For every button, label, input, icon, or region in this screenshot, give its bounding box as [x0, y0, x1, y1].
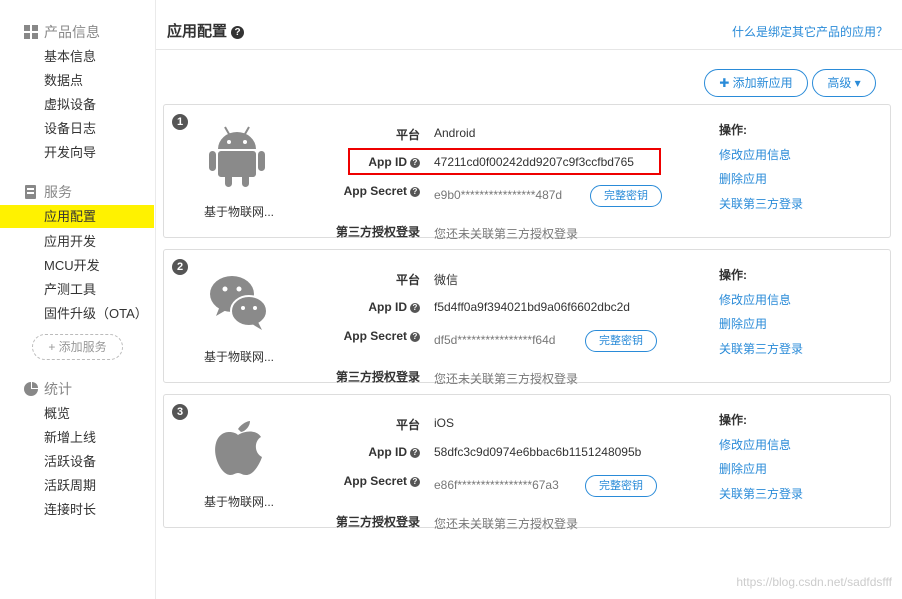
edit-app-link[interactable]: 修改应用信息 — [719, 146, 791, 163]
app-secret-label: App Secret? — [344, 474, 420, 488]
platform-label: 平台 — [395, 418, 420, 432]
app-name: 基于物联网... — [204, 205, 275, 219]
app-id-value: f5d4ff0a9f394021bd9a06f6602dbc2d — [434, 300, 630, 314]
link-third-party-link[interactable]: 关联第三方登录 — [719, 195, 803, 212]
third-party-label: 第三方授权登录 — [335, 370, 420, 384]
sidebar-item-dev-guide[interactable]: 开发向导 — [0, 141, 154, 164]
app-name: 基于物联网... — [204, 495, 275, 509]
main-content: 应用配置? 什么是绑定其它产品的应用？ ✚ 添加新应用 高级 ▾ 1 基于物联网… — [156, 0, 902, 599]
app-name: 基于物联网... — [204, 350, 275, 364]
sidebar-item-connect-time[interactable]: 连接时长 — [0, 498, 154, 521]
sidebar-item-ota[interactable]: 固件升级（OTA） — [0, 302, 154, 325]
sidebar-item-active-devices[interactable]: 活跃设备 — [0, 450, 154, 473]
app-id-value: 58dfc3c9d0974e6bbac6b1151248095b — [434, 445, 642, 459]
platform-value: iOS — [434, 416, 455, 430]
link-third-party-link[interactable]: 关联第三方登录 — [719, 340, 803, 357]
android-icon — [208, 125, 268, 189]
full-key-button[interactable]: 完整密钥 — [585, 475, 657, 497]
add-service-button[interactable]: + 添加服务 — [32, 334, 123, 360]
help-icon[interactable]: ? — [410, 448, 420, 458]
app-secret-label: App Secret? — [344, 329, 420, 343]
add-app-button[interactable]: ✚ 添加新应用 — [704, 69, 808, 97]
sidebar: 产品信息 基本信息 数据点 虚拟设备 设备日志 开发向导 服务 应用配置 应用开… — [0, 0, 156, 599]
sidebar-item-mcu-dev[interactable]: MCU开发 — [0, 254, 154, 277]
section-service: 服务 — [24, 182, 72, 202]
section-title: 产品信息 — [44, 24, 100, 40]
app-index-badge: 1 — [172, 114, 188, 130]
delete-app-link[interactable]: 删除应用 — [719, 170, 767, 187]
app-secret-value: df5d****************f64d — [434, 333, 556, 347]
divider — [156, 49, 902, 50]
section-product-info: 产品信息 — [24, 22, 100, 42]
pie-chart-icon — [24, 382, 38, 396]
advanced-dropdown[interactable]: 高级 ▾ — [812, 69, 876, 97]
help-icon[interactable]: ? — [231, 26, 245, 39]
grid-icon — [24, 25, 38, 39]
sidebar-item-test-tool[interactable]: 产测工具 — [0, 278, 154, 301]
platform-label: 平台 — [395, 273, 420, 287]
edit-app-link[interactable]: 修改应用信息 — [719, 436, 791, 453]
wechat-icon — [208, 270, 268, 334]
page-title: 应用配置? — [167, 20, 245, 41]
app-secret-label: App Secret? — [344, 184, 420, 198]
app-card: 2 基于物联网... 平台 微信 App ID? f5d4ff0a9f39402… — [163, 249, 891, 386]
sidebar-item-app-config[interactable]: 应用配置 — [0, 205, 154, 228]
app-index-badge: 2 — [172, 259, 188, 275]
ops-title: 操作: — [719, 413, 747, 427]
app-secret-label-text: App Secret — [343, 474, 407, 488]
app-id-label: App ID? — [368, 445, 420, 459]
sidebar-item-overview[interactable]: 概览 — [0, 402, 154, 425]
app-secret-label-text: App Secret — [343, 184, 407, 198]
third-party-value: 您还未关联第三方授权登录 — [434, 227, 579, 241]
app-secret-value: e86f****************67a3 — [434, 478, 559, 492]
ops-title: 操作: — [719, 268, 747, 282]
section-title: 统计 — [44, 381, 72, 397]
sidebar-item-basic-info[interactable]: 基本信息 — [0, 45, 154, 68]
sidebar-item-active-period[interactable]: 活跃周期 — [0, 474, 154, 497]
help-icon[interactable]: ? — [410, 477, 420, 487]
app-index-badge: 3 — [172, 404, 188, 420]
edit-app-link[interactable]: 修改应用信息 — [719, 291, 791, 308]
app-id-label-text: App ID — [368, 300, 407, 314]
third-party-label: 第三方授权登录 — [335, 515, 420, 529]
sidebar-item-app-dev[interactable]: 应用开发 — [0, 230, 154, 253]
app-card: 1 基于物联网... 平台 Android App ID? 47211cd0f0… — [163, 104, 891, 241]
sidebar-item-new-online[interactable]: 新增上线 — [0, 426, 154, 449]
help-icon[interactable]: ? — [410, 303, 420, 313]
watermark: https://blog.csdn.net/sadfdsfff — [736, 575, 892, 589]
third-party-label: 第三方授权登录 — [335, 225, 420, 239]
sidebar-item-virtual-device[interactable]: 虚拟设备 — [0, 93, 154, 116]
help-icon[interactable]: ? — [410, 187, 420, 197]
service-icon — [24, 185, 38, 199]
platform-value: Android — [434, 126, 476, 140]
help-icon[interactable]: ? — [410, 332, 420, 342]
app-id-label-text: App ID — [368, 445, 407, 459]
apple-icon — [208, 415, 268, 479]
help-link[interactable]: 什么是绑定其它产品的应用？ — [732, 23, 888, 40]
app-secret-value: e9b0****************487d — [434, 188, 563, 202]
platform-value: 微信 — [434, 273, 459, 287]
third-party-value: 您还未关联第三方授权登录 — [434, 517, 579, 531]
sidebar-item-device-log[interactable]: 设备日志 — [0, 117, 154, 140]
section-stats: 统计 — [24, 379, 72, 399]
ops-title: 操作: — [719, 123, 747, 137]
link-third-party-link[interactable]: 关联第三方登录 — [719, 485, 803, 502]
third-party-value: 您还未关联第三方授权登录 — [434, 372, 579, 386]
full-key-button[interactable]: 完整密钥 — [590, 185, 662, 207]
app-id-label: App ID? — [368, 300, 420, 314]
section-title: 服务 — [44, 184, 72, 200]
app-card: 3 基于物联网... 平台 iOS App ID? 58dfc3c9d0974e… — [163, 394, 891, 531]
delete-app-link[interactable]: 删除应用 — [719, 315, 767, 332]
full-key-button[interactable]: 完整密钥 — [585, 330, 657, 352]
page-title-text: 应用配置 — [167, 23, 228, 40]
highlight-box — [348, 148, 661, 175]
delete-app-link[interactable]: 删除应用 — [719, 460, 767, 477]
sidebar-item-datapoints[interactable]: 数据点 — [0, 69, 154, 92]
platform-label: 平台 — [395, 128, 420, 142]
app-secret-label-text: App Secret — [343, 329, 407, 343]
